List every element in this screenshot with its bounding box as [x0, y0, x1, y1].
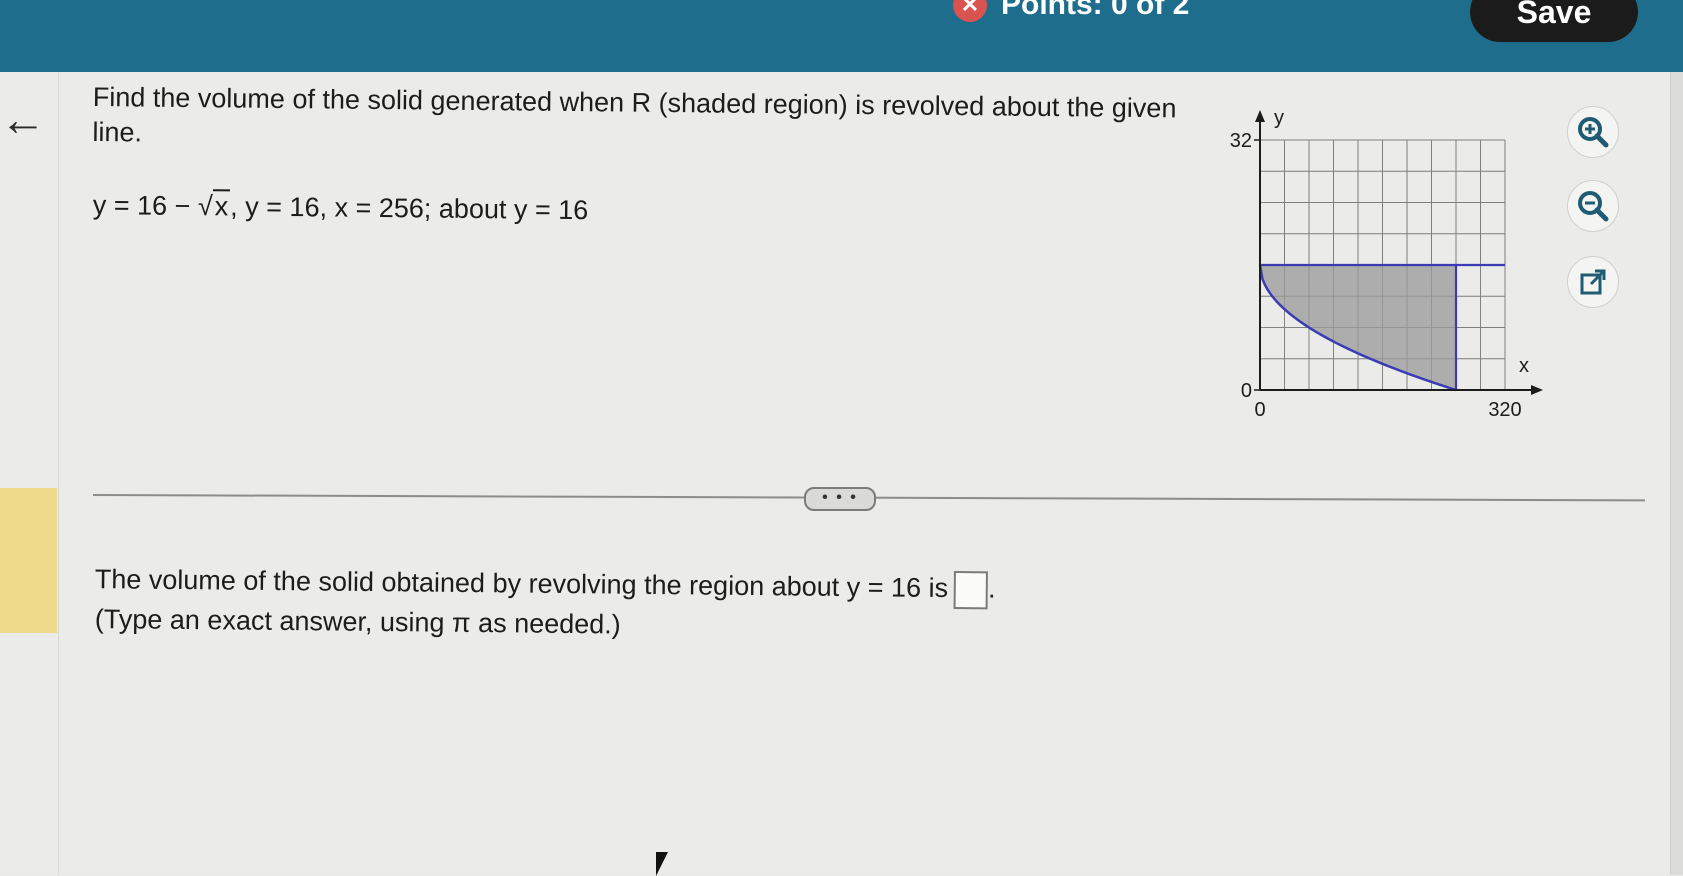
- region-graph: yx3200 320: [1230, 107, 1543, 421]
- y-axis-label: y: [1274, 107, 1284, 129]
- question-prompt: Find the volume of the solid generated w…: [92, 81, 1177, 148]
- left-rail: [0, 72, 59, 875]
- save-button[interactable]: Save: [1470, 0, 1638, 42]
- side-tab[interactable]: [0, 488, 57, 633]
- right-edge-panel: [1670, 72, 1683, 875]
- points-indicator: ✕ Points: 0 of 2: [953, 0, 1189, 22]
- top-bar: ✕ Points: 0 of 2 Save: [0, 0, 1683, 72]
- zoom-in-icon: [1578, 117, 1609, 148]
- y-axis-arrow: [1255, 110, 1265, 122]
- expand-dots-button[interactable]: • • •: [804, 487, 876, 511]
- back-arrow-icon[interactable]: ←: [0, 92, 46, 146]
- equation-prefix: y = 16 −: [92, 190, 191, 222]
- answer-hint: (Type an exact answer, using π as needed…: [94, 604, 621, 640]
- open-external-button[interactable]: [1567, 256, 1619, 308]
- zoom-in-button[interactable]: [1567, 106, 1619, 158]
- zoom-out-button[interactable]: [1567, 180, 1619, 232]
- equation-suffix: , y = 16, x = 256; about y = 16: [230, 191, 589, 226]
- x-tick-label-0: 0: [1254, 399, 1265, 421]
- y-tick-label-32: 32: [1230, 130, 1252, 152]
- answer-prompt: The volume of the solid obtained by revo…: [94, 564, 949, 604]
- x-tick-label-320: 320: [1488, 399, 1521, 421]
- mouse-cursor: [656, 852, 668, 876]
- x-axis-arrow: [1531, 385, 1543, 395]
- x-circle-icon: ✕: [953, 0, 987, 22]
- zoom-out-icon: [1578, 191, 1609, 222]
- sqrt-symbol: √: [197, 191, 213, 222]
- answer-suffix: .: [987, 573, 996, 604]
- equation: y = 16 − √x, y = 16, x = 256; about y = …: [92, 189, 589, 226]
- answer-input[interactable]: [953, 570, 989, 610]
- external-link-icon: [1580, 269, 1606, 295]
- equation-radicand: x: [212, 189, 231, 222]
- points-text: Points: 0 of 2: [1001, 0, 1190, 21]
- y-tick-label-0: 0: [1241, 380, 1252, 402]
- x-axis-label: x: [1519, 355, 1529, 377]
